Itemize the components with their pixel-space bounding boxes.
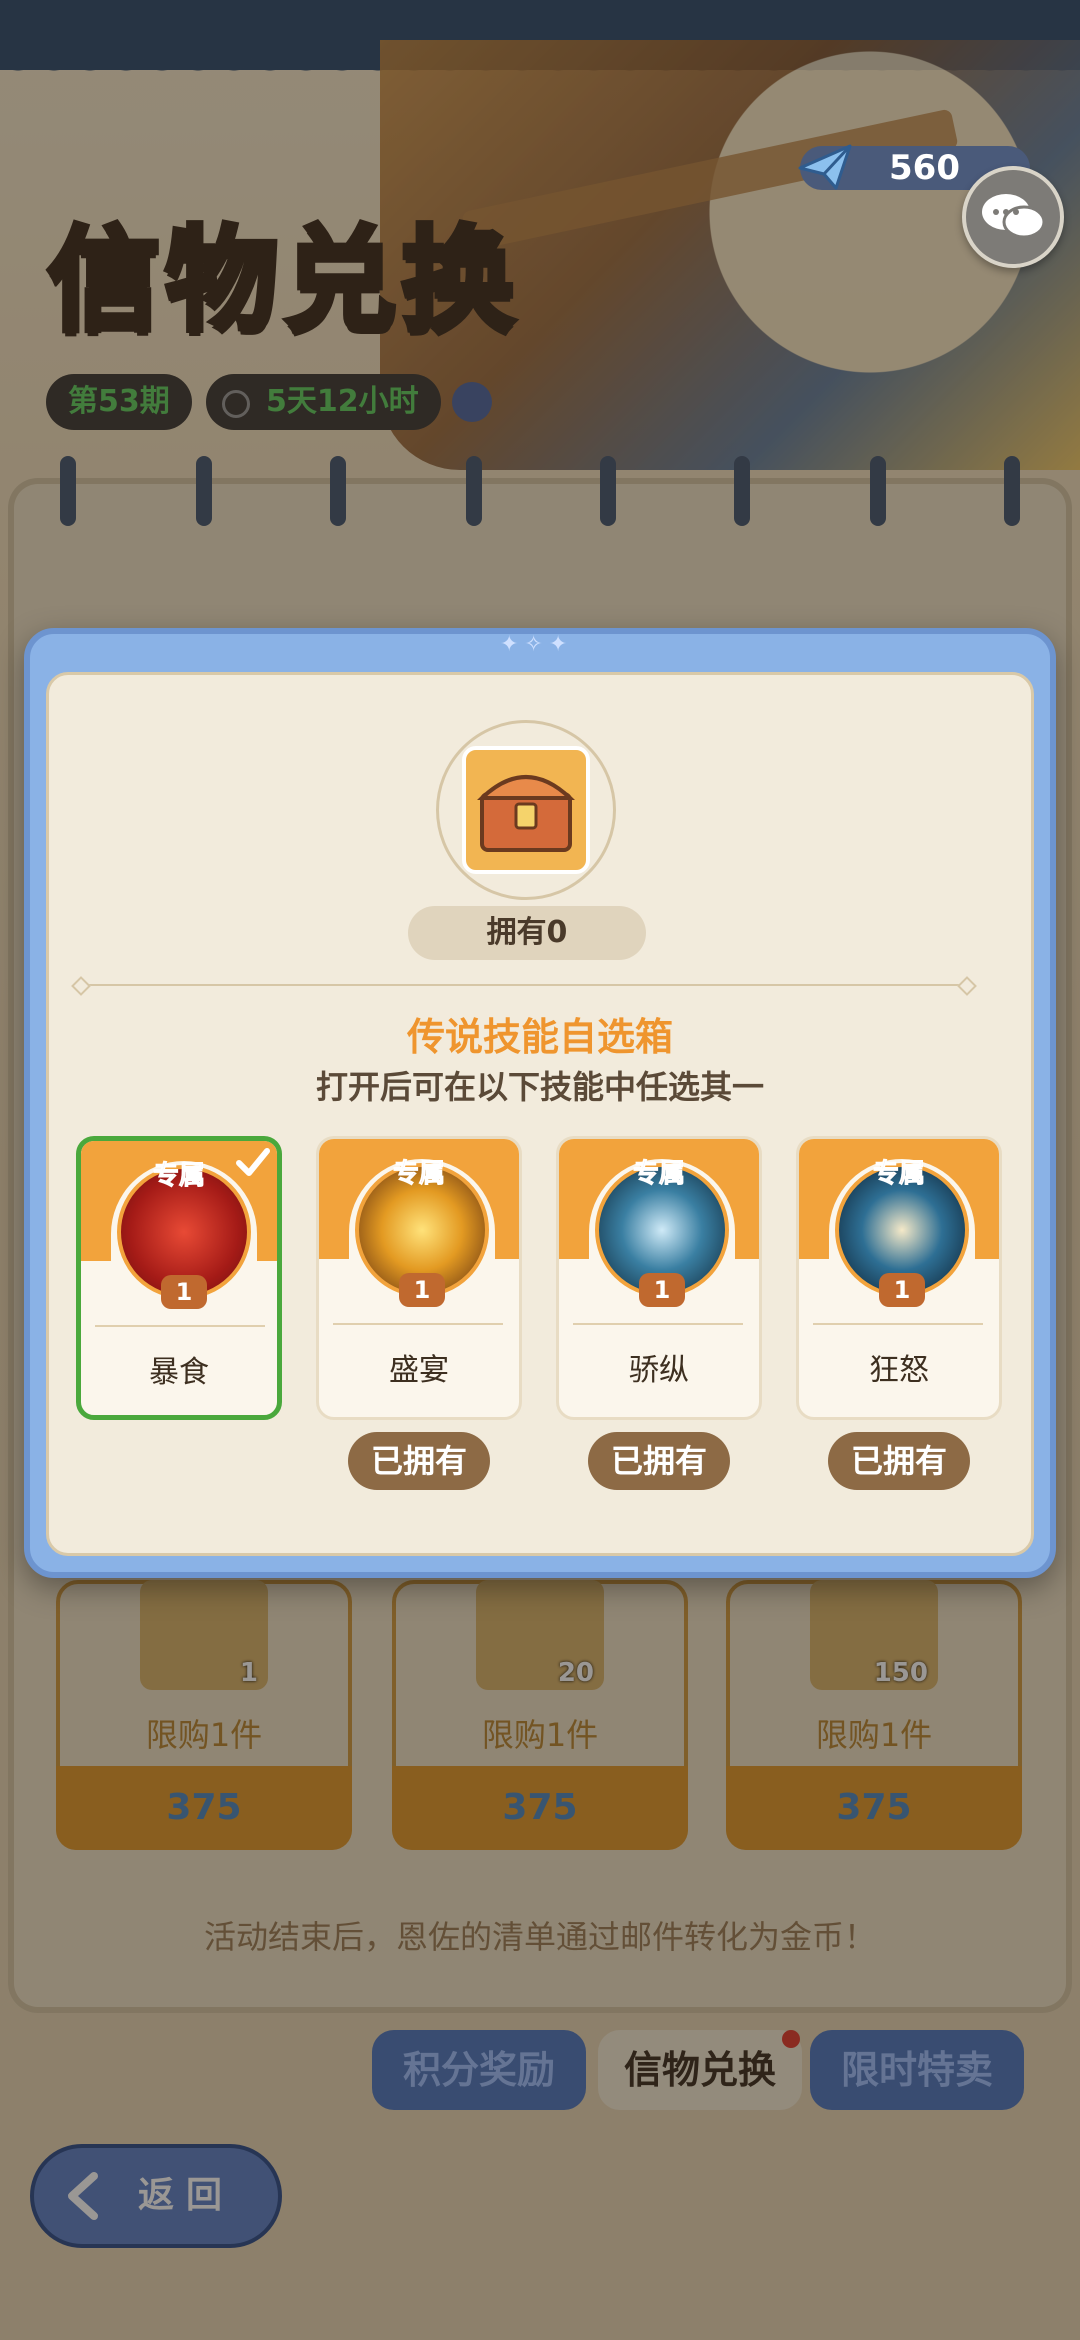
currency-value: 560 xyxy=(889,148,960,188)
card-divider xyxy=(573,1323,743,1325)
card-divider xyxy=(813,1323,983,1325)
treasure-chest-icon xyxy=(462,746,590,874)
exclusive-tag: 专属 xyxy=(392,1159,445,1190)
paper-plane-icon xyxy=(798,144,852,190)
owned-count: 拥有0 xyxy=(408,906,646,960)
skill-name: 暴食 xyxy=(149,1355,209,1390)
skill-level: 1 xyxy=(399,1273,445,1307)
skill-option-gluttony[interactable]: 专属 1 暴食 xyxy=(76,1136,282,1420)
owned-badge: 已拥有 xyxy=(588,1432,730,1490)
skill-name: 狂怒 xyxy=(869,1353,929,1388)
exclusive-tag: 专属 xyxy=(872,1159,925,1190)
owned-badge: 已拥有 xyxy=(348,1432,490,1490)
exclusive-tag: 专属 xyxy=(632,1159,685,1190)
skill-option-arrogance[interactable]: 专属 1 骄纵 xyxy=(556,1136,762,1420)
skill-option-rage[interactable]: 专属 1 狂怒 xyxy=(796,1136,1002,1420)
card-divider xyxy=(333,1323,503,1325)
item-name: 传说技能自选箱 xyxy=(406,1015,673,1059)
card-divider xyxy=(95,1325,265,1327)
chat-bubbles-icon xyxy=(982,194,1046,239)
checkmark-icon xyxy=(236,1148,270,1176)
skill-level: 1 xyxy=(161,1275,207,1309)
owned-badge: 已拥有 xyxy=(828,1432,970,1490)
skill-name: 盛宴 xyxy=(389,1353,449,1388)
item-description: 打开后可在以下技能中任选其一 xyxy=(315,1068,764,1106)
skill-option-feast[interactable]: 专属 1 盛宴 xyxy=(316,1136,522,1420)
skill-name: 骄纵 xyxy=(629,1353,689,1388)
skill-level: 1 xyxy=(879,1273,925,1307)
diamond-ornament-icon: ✦✧✦ xyxy=(500,632,574,657)
chat-button[interactable] xyxy=(962,166,1064,268)
ornament-divider xyxy=(80,984,968,986)
skill-level: 1 xyxy=(639,1273,685,1307)
